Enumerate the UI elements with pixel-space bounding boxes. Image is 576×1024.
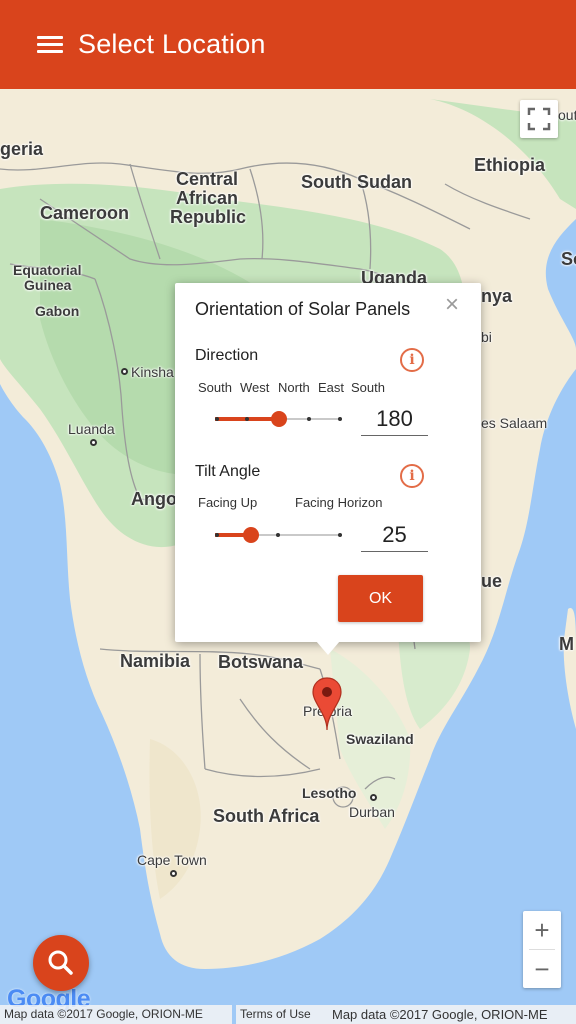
terms-of-use-link[interactable]: Terms of Use (236, 1005, 328, 1024)
map-label-durban: Durban (349, 804, 395, 820)
map-label-dar-es-salaam: es Salaam (481, 415, 548, 431)
city-dot-durban (370, 794, 377, 801)
ok-button[interactable]: OK (338, 575, 423, 622)
map-label-south-africa: South Africa (213, 806, 320, 826)
slider-tick (245, 417, 249, 421)
map-label-edge-top-right: out (558, 107, 576, 123)
map-label-mozambique: ue (481, 571, 503, 591)
slider-tick (338, 533, 342, 537)
map-label-cameroon: Cameroon (40, 203, 130, 223)
map-label-car-1: Central (176, 169, 239, 189)
tilt-angle-label: Tilt Angle (195, 463, 261, 480)
fullscreen-button[interactable] (520, 100, 558, 138)
close-icon[interactable]: × (445, 293, 459, 317)
map-label-angola: Ango (131, 489, 177, 509)
map-label-luanda: Luanda (68, 421, 115, 437)
tilt-info-icon[interactable]: i (400, 464, 424, 488)
slider-tick (215, 417, 219, 421)
fullscreen-icon (527, 107, 551, 131)
map-label-kinshasa: Kinsha (131, 364, 174, 380)
direction-tick-south-end: South (351, 380, 385, 395)
direction-slider[interactable] (215, 408, 342, 430)
zoom-controls: + − (523, 911, 561, 988)
map-label-somalia-edge: So (561, 249, 576, 269)
slider-tick (307, 417, 311, 421)
map-label-namibia: Namibia (120, 651, 191, 671)
slider-tick (276, 533, 280, 537)
search-fab-button[interactable] (33, 935, 89, 991)
tilt-tick-facing-horizon: Facing Horizon (295, 495, 383, 510)
map-label-ethiopia: Ethiopia (474, 155, 545, 175)
direction-info-icon[interactable]: i (400, 348, 424, 372)
map-label-nigeria: geria (0, 139, 44, 159)
menu-line (37, 50, 63, 53)
map-label-swaziland: Swaziland (346, 731, 414, 747)
direction-label: Direction (195, 347, 259, 364)
direction-tick-west: West (240, 380, 270, 395)
city-dot-kinshasa (121, 368, 128, 375)
slider-thumb[interactable] (243, 527, 259, 543)
dialog-title: Orientation of Solar Panels (195, 299, 411, 319)
menu-line (37, 36, 63, 39)
app-bar: Select Location (0, 0, 576, 89)
map-attribution-right: Map data ©2017 Google, ORION-ME (328, 1005, 576, 1024)
map-label-cape-town: Cape Town (137, 852, 207, 868)
hamburger-menu-icon[interactable] (37, 35, 63, 55)
city-dot-cape-town (170, 870, 177, 877)
page-title: Select Location (78, 29, 266, 59)
map-label-madagascar-edge: M (559, 634, 574, 654)
solar-orientation-dialog: Orientation of Solar Panels × Direction … (175, 283, 481, 642)
map-label-car-2: African (176, 188, 239, 208)
menu-line (37, 43, 63, 46)
map-label-south-sudan: South Sudan (301, 172, 412, 192)
map-label-botswana: Botswana (218, 652, 304, 672)
map-label-lesotho: Lesotho (302, 785, 357, 801)
map-label-kenya: nya (481, 286, 513, 306)
zoom-out-button[interactable]: − (523, 950, 561, 988)
map-label-equatorial-guinea-1: Equatorial (13, 262, 82, 278)
direction-tick-north: North (278, 380, 310, 395)
direction-value-input[interactable] (361, 402, 428, 436)
map-label-nairobi: bi (481, 329, 492, 345)
map-label-car-3: Republic (170, 207, 247, 227)
city-dot-luanda (90, 439, 97, 446)
tilt-slider[interactable] (215, 524, 342, 546)
zoom-in-button[interactable]: + (523, 911, 561, 949)
slider-tick (215, 533, 219, 537)
tilt-tick-facing-up: Facing Up (198, 495, 258, 510)
slider-thumb[interactable] (271, 411, 287, 427)
direction-tick-east: East (318, 380, 345, 395)
dialog-pointer (316, 641, 340, 655)
direction-tick-south: South (198, 380, 232, 395)
map-label-gabon: Gabon (35, 303, 80, 319)
map-attribution-left: Map data ©2017 Google, ORION-ME (0, 1005, 232, 1024)
map-label-equatorial-guinea-2: Guinea (24, 277, 72, 293)
search-icon (48, 950, 73, 975)
map-marker-icon[interactable] (311, 676, 343, 732)
slider-tick (338, 417, 342, 421)
tilt-value-input[interactable] (361, 518, 428, 552)
